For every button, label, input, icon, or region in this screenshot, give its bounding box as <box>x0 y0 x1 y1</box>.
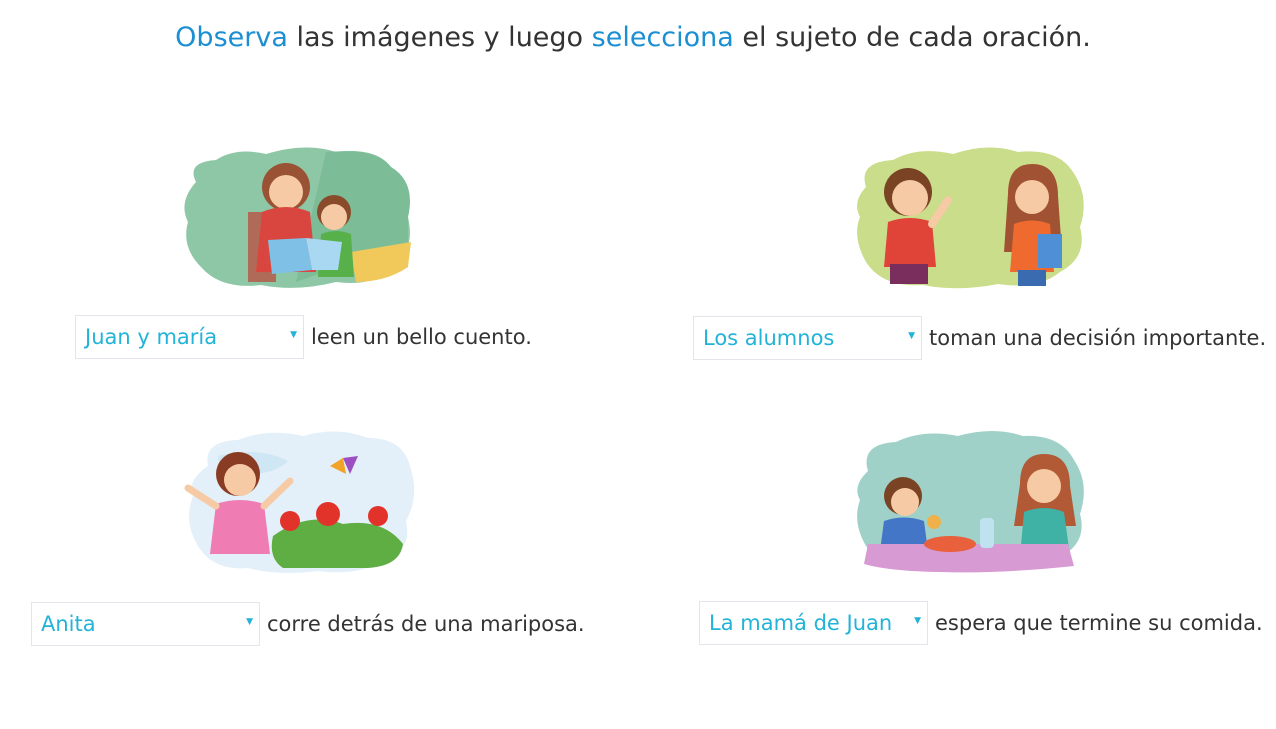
subject-select-value-3: Anita <box>41 612 96 636</box>
exercise-page: Observa las imágenes y luego selecciona … <box>0 0 1276 729</box>
girl-with-flowers-and-butterfly-image <box>178 426 418 576</box>
subject-select-value-4: La mamá de Juan <box>709 611 893 635</box>
instruction-keyword-observe: Observa <box>175 22 288 53</box>
instruction-keyword-select: selecciona <box>591 22 734 53</box>
mother-reading-book-to-child-image <box>176 142 416 292</box>
sentence-predicate-3: corre detrás de una mariposa. <box>267 612 585 636</box>
sentence-predicate-2: toman una decisión importante. <box>929 326 1267 350</box>
subject-select-3[interactable]: Anita ▼ <box>31 602 260 646</box>
sentence-predicate-4: espera que termine su comida. <box>935 611 1263 635</box>
sentence-predicate-1: leen un bello cuento. <box>311 325 532 349</box>
sentence-row-1: Juan y maría ▼ leen un bello cuento. <box>75 315 532 359</box>
subject-select-value-2: Los alumnos <box>703 326 835 350</box>
sentence-row-2: Los alumnos ▼ toman una decisión importa… <box>693 316 1266 360</box>
dropdown-caret-icon: ▼ <box>914 616 921 626</box>
instruction-text-end: el sujeto de cada oración. <box>733 22 1091 53</box>
subject-select-1[interactable]: Juan y maría ▼ <box>75 315 304 359</box>
dropdown-caret-icon: ▼ <box>246 617 253 627</box>
instruction-text: las imágenes y luego <box>287 22 592 53</box>
subject-select-value-1: Juan y maría <box>85 325 218 349</box>
sentence-row-3: Anita ▼ corre detrás de una mariposa. <box>31 602 585 646</box>
subject-select-2[interactable]: Los alumnos ▼ <box>693 316 922 360</box>
dropdown-caret-icon: ▼ <box>290 330 297 340</box>
mother-and-son-at-table-image <box>848 426 1088 576</box>
sentence-row-4: La mamá de Juan ▼ espera que termine su … <box>699 601 1263 645</box>
dropdown-caret-icon: ▼ <box>908 331 915 341</box>
instruction-heading: Observa las imágenes y luego selecciona … <box>0 22 1266 53</box>
subject-select-4[interactable]: La mamá de Juan ▼ <box>699 601 928 645</box>
two-children-talking-image <box>848 142 1088 292</box>
